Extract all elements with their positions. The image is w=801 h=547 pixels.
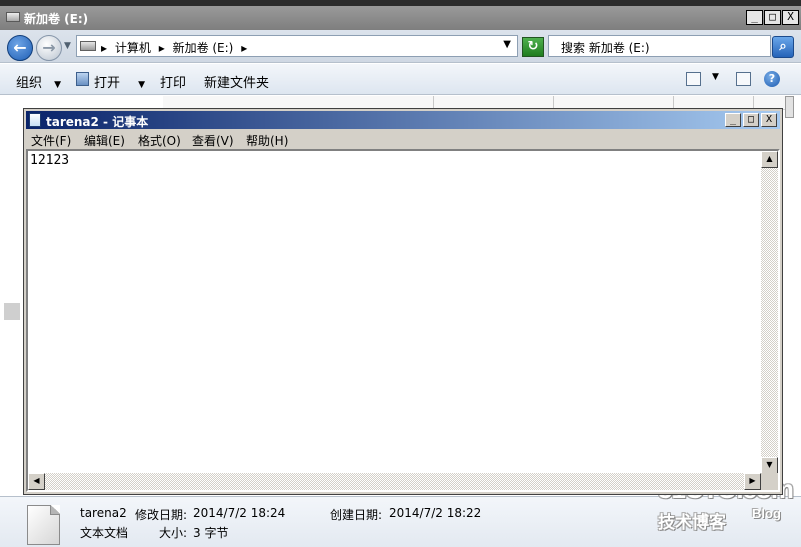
breadcrumb-separator[interactable]: ▸ bbox=[101, 41, 107, 55]
details-size-value: 3 字节 bbox=[193, 526, 229, 540]
open-button[interactable]: 打开 ▼ bbox=[94, 72, 145, 91]
new-folder-button[interactable]: 新建文件夹 bbox=[204, 72, 269, 91]
forward-arrow-icon[interactable]: → bbox=[36, 35, 62, 61]
details-size-label: 大小: bbox=[159, 526, 188, 540]
search-input[interactable]: 搜索 新加卷 (E:) bbox=[548, 35, 771, 57]
menu-view[interactable]: 查看(V) bbox=[192, 132, 234, 149]
notepad-icon bbox=[29, 113, 41, 127]
breadcrumb-separator[interactable]: ▸ bbox=[159, 41, 165, 55]
open-icon bbox=[76, 72, 89, 86]
scroll-up-icon[interactable]: ▲ bbox=[761, 151, 778, 168]
details-created-label: 创建日期: bbox=[330, 508, 383, 522]
drive-icon bbox=[6, 12, 20, 22]
minimize-button[interactable]: _ bbox=[746, 10, 763, 25]
close-button[interactable]: X bbox=[782, 10, 799, 25]
explorer-title: 新加卷 (E:) bbox=[24, 12, 89, 26]
minimize-button[interactable]: _ bbox=[725, 113, 741, 127]
vertical-scrollbar[interactable]: ▲ ▼ bbox=[761, 151, 778, 474]
breadcrumb-drive[interactable]: 新加卷 (E:) bbox=[173, 41, 234, 55]
watermark-blog-cn: 技术博客 bbox=[658, 513, 726, 533]
command-bar: 组织 ▼ 打开 ▼ 打印 新建文件夹 ▼ ? bbox=[0, 64, 801, 95]
breadcrumb-separator[interactable]: ▸ bbox=[241, 41, 247, 55]
details-modified-label: 修改日期: bbox=[135, 508, 188, 522]
scroll-left-icon[interactable]: ◀ bbox=[28, 473, 45, 490]
refresh-icon[interactable]: ↻ bbox=[522, 37, 544, 57]
menu-help[interactable]: 帮助(H) bbox=[246, 132, 288, 149]
chevron-down-icon[interactable]: ▼ bbox=[712, 72, 719, 82]
watermark-blog-en: Blog bbox=[752, 506, 781, 521]
scrollbar[interactable] bbox=[785, 96, 794, 118]
back-arrow-icon[interactable]: ← bbox=[7, 35, 33, 61]
organize-button[interactable]: 组织 ▼ bbox=[16, 72, 61, 91]
close-button[interactable]: X bbox=[761, 113, 777, 127]
breadcrumb-computer[interactable]: 计算机 bbox=[115, 41, 151, 55]
details-created-value: 2014/7/2 18:22 bbox=[389, 506, 482, 520]
maximize-button[interactable]: □ bbox=[764, 10, 781, 25]
breadcrumb: ▸ 计算机 ▸ 新加卷 (E:) ▸ bbox=[101, 39, 251, 56]
scroll-right-icon[interactable]: ▶ bbox=[744, 473, 761, 490]
nav-pane-scroll[interactable] bbox=[4, 303, 20, 320]
chevron-down-icon: ▼ bbox=[54, 80, 62, 90]
menu-bar: 文件(F) 编辑(E) 格式(O) 查看(V) 帮助(H) bbox=[26, 130, 780, 148]
view-icon[interactable] bbox=[686, 72, 701, 86]
notepad-titlebar[interactable]: tarena2 - 记事本 _ □ X bbox=[26, 111, 780, 129]
size-grip[interactable] bbox=[761, 473, 778, 490]
chevron-down-icon[interactable]: ▼ bbox=[503, 39, 511, 50]
horizontal-scrollbar[interactable]: ◀ ▶ bbox=[28, 473, 761, 490]
text-editor[interactable]: 12123 ▲ ▼ ◀ ▶ bbox=[26, 149, 780, 492]
details-filename: tarena2 bbox=[80, 506, 127, 520]
details-type: 文本文档 bbox=[80, 526, 129, 540]
menu-edit[interactable]: 编辑(E) bbox=[84, 132, 125, 149]
scroll-down-icon[interactable]: ▼ bbox=[761, 457, 778, 474]
help-icon[interactable]: ? bbox=[764, 71, 780, 87]
address-row: ← → ▼ ▸ 计算机 ▸ 新加卷 (E:) ▸ ▼ ↻ 搜索 新加卷 (E:)… bbox=[0, 30, 801, 63]
search-placeholder: 搜索 新加卷 (E:) bbox=[561, 41, 650, 55]
explorer-titlebar: 新加卷 (E:) _ □ X bbox=[0, 0, 801, 30]
search-icon[interactable]: ⌕ bbox=[772, 36, 794, 58]
document-text[interactable]: 12123 bbox=[30, 153, 69, 168]
history-dropdown[interactable]: ▼ bbox=[64, 41, 71, 51]
details-modified-value: 2014/7/2 18:24 bbox=[193, 506, 286, 520]
chevron-down-icon: ▼ bbox=[138, 80, 146, 90]
open-label: 打开 bbox=[94, 76, 121, 91]
maximize-button[interactable]: □ bbox=[743, 113, 759, 127]
print-button[interactable]: 打印 bbox=[160, 72, 186, 91]
drive-icon bbox=[80, 41, 96, 51]
notepad-title: tarena2 - 记事本 bbox=[46, 115, 149, 129]
organize-label: 组织 bbox=[16, 76, 43, 91]
text-file-icon bbox=[27, 505, 60, 545]
notepad-window: tarena2 - 记事本 _ □ X 文件(F) 编辑(E) 格式(O) 查看… bbox=[23, 108, 783, 495]
preview-pane-icon[interactable] bbox=[736, 72, 751, 86]
address-bar[interactable]: ▸ 计算机 ▸ 新加卷 (E:) ▸ ▼ bbox=[76, 35, 518, 57]
menu-format[interactable]: 格式(O) bbox=[138, 132, 181, 149]
menu-file[interactable]: 文件(F) bbox=[31, 132, 71, 149]
